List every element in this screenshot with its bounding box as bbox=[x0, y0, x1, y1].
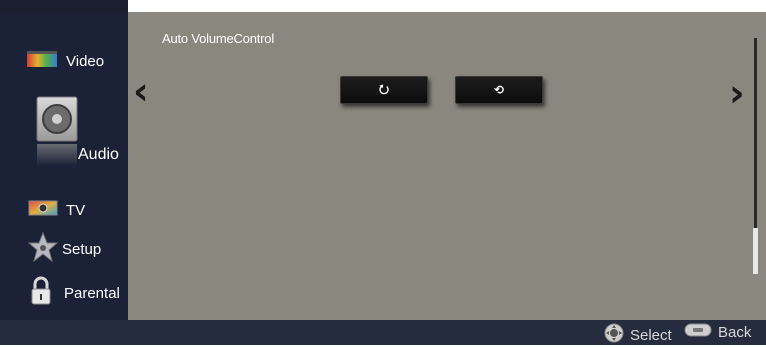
back-hint-label: Back bbox=[718, 323, 752, 341]
select-hint: Select bbox=[604, 323, 672, 347]
sidebar-item-label: TV bbox=[66, 201, 86, 219]
chevron-right-icon[interactable]: › bbox=[729, 74, 745, 112]
setup-icon bbox=[27, 231, 59, 266]
speaker-icon bbox=[36, 96, 78, 168]
tv-icon bbox=[28, 199, 58, 221]
menu-button-icon bbox=[684, 323, 712, 341]
select-hint-label: Select bbox=[630, 326, 672, 344]
sidebar-item-label: Parental bbox=[64, 284, 120, 302]
footer-hint-bar: Select Back bbox=[0, 320, 766, 345]
sidebar-item-label: Video bbox=[66, 52, 105, 70]
video-icon bbox=[26, 49, 58, 73]
sidebar-item-label: Setup bbox=[62, 240, 102, 258]
dpad-icon bbox=[604, 323, 624, 347]
scrollbar[interactable] bbox=[753, 38, 758, 274]
chevron-left-icon[interactable]: ‹ bbox=[133, 72, 149, 110]
option-off-button[interactable]: ⭮ bbox=[340, 76, 428, 104]
top-strip bbox=[0, 0, 766, 12]
setting-title: Auto VolumeControl bbox=[162, 31, 275, 46]
option-on-label: ⟲ bbox=[493, 83, 505, 97]
lock-icon bbox=[30, 276, 52, 310]
option-off-label: ⭮ bbox=[378, 81, 390, 96]
top-edge bbox=[0, 0, 128, 12]
settings-panel: Auto VolumeControl ‹ › ⭮ ⟲ bbox=[128, 12, 766, 320]
settings-sidebar: Video Audio TV Setup Parental bbox=[0, 12, 128, 320]
sidebar-item-label: Audio bbox=[78, 146, 119, 163]
tv-settings-screen: Video Audio TV Setup Parental Auto Volum… bbox=[0, 0, 766, 345]
back-hint: Back bbox=[684, 323, 751, 341]
option-on-button[interactable]: ⟲ bbox=[455, 76, 543, 104]
scrollbar-thumb[interactable] bbox=[753, 228, 758, 274]
